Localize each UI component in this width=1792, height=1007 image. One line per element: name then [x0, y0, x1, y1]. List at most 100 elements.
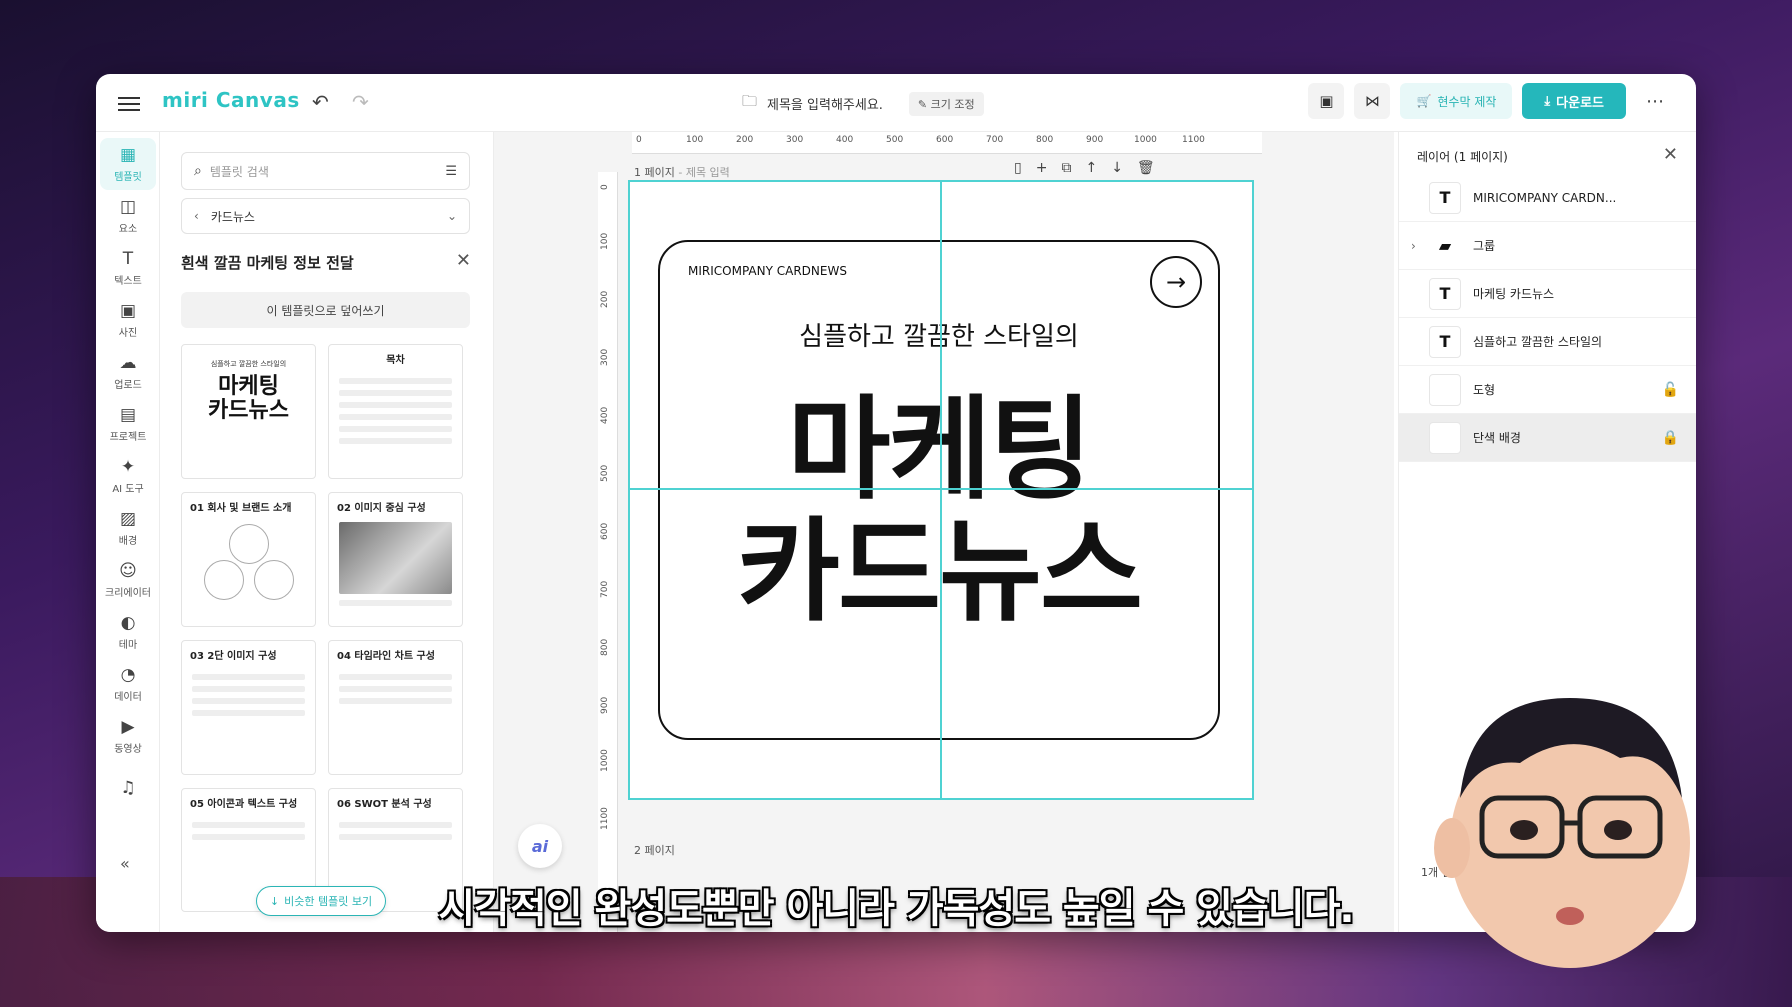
close-icon[interactable]: ✕ [456, 250, 471, 271]
layer-name: 도형 [1473, 383, 1496, 397]
rail-item-elements[interactable]: ◫ 요소 [100, 190, 156, 242]
thumb-heading: 06 SWOT 분석 구성 [337, 799, 432, 810]
share-icon[interactable]: ⋈ [1354, 83, 1391, 119]
move-up-icon[interactable]: ↑ [1085, 160, 1097, 176]
thumb-subtitle: 심플하고 깔끔한 스타일의 [210, 360, 287, 368]
layer-name: 마케팅 카드뉴스 [1473, 287, 1555, 301]
card-title-line2[interactable]: 카드뉴스 [660, 512, 1218, 632]
rail-item-music[interactable]: ♫ [100, 762, 156, 814]
canvas-workspace[interactable]: 0 100 200 300 400 500 600 700 800 900 10… [494, 132, 1394, 932]
template-search[interactable]: ⌕ 템플릿 검색 ☰ [181, 152, 470, 190]
rail-item-video[interactable]: ▶ 동영상 [100, 710, 156, 762]
rail-label: 프로젝트 [109, 432, 147, 443]
rail-label: 텍스트 [114, 276, 142, 287]
layer-item[interactable]: T MIRICOMPANY CARDN... [1399, 174, 1696, 222]
more-icon[interactable]: ⋯ [1636, 91, 1674, 112]
layer-item[interactable]: › ▰ 그룹 [1399, 222, 1696, 270]
undo-icon[interactable]: ↶ [312, 90, 329, 114]
guide-vertical [940, 182, 942, 798]
thumb-line [339, 834, 452, 840]
play-icon: ▶ [121, 717, 135, 737]
layer-item[interactable]: 단색 배경 🔒 [1399, 414, 1696, 462]
ruler-left: 0 100 200 300 400 500 600 700 800 900 10… [598, 172, 618, 932]
template-thumb-toc[interactable]: 목차 [328, 344, 463, 479]
collapse-icon[interactable]: « [120, 854, 130, 873]
add-page-icon[interactable]: + [1036, 160, 1048, 176]
top-bar: miri Canvas ↶ ↷ 🗀 제목을 입력해주세요. ✎ 크기 조정 ▣ … [96, 74, 1696, 132]
download-icon: ⤓ [1544, 93, 1551, 109]
ruler-tick: 800 [1036, 135, 1054, 145]
card-title-line1[interactable]: 마케팅 [660, 390, 1218, 510]
page-icon[interactable]: ▯ [1014, 160, 1022, 176]
arrow-right-icon[interactable]: → [1150, 256, 1202, 308]
ruler-tick: 400 [836, 135, 854, 145]
rail-item-text[interactable]: T 텍스트 [100, 242, 156, 294]
rail-item-creator[interactable]: ☺ 크리에이터 [100, 554, 156, 606]
rail-item-upload[interactable]: ☁ 업로드 [100, 346, 156, 398]
ruler-top: 0 100 200 300 400 500 600 700 800 900 10… [632, 132, 1262, 154]
filter-icon[interactable]: ☰ [445, 164, 457, 179]
ruler-tick: 200 [736, 135, 754, 145]
rail-item-photo[interactable]: ▣ 사진 [100, 294, 156, 346]
card-subtitle[interactable]: 심플하고 깔끔한 스타일의 [660, 316, 1218, 353]
resize-button[interactable]: ✎ 크기 조정 [908, 91, 984, 116]
lock-icon[interactable]: 🔓 [1662, 382, 1679, 398]
card-brand-text[interactable]: MIRICOMPANY CARDNEWS [688, 264, 847, 278]
rail-label: 사진 [118, 328, 138, 339]
move-down-icon[interactable]: ↓ [1111, 160, 1123, 176]
close-icon[interactable]: ✕ [1663, 144, 1678, 165]
layer-item[interactable]: T 심플하고 깔끔한 스타일의 [1399, 318, 1696, 366]
chevron-left-icon[interactable]: ‹ [194, 209, 199, 223]
layer-item[interactable]: T 마케팅 카드뉴스 [1399, 270, 1696, 318]
ruler-tick: 700 [986, 135, 1004, 145]
search-input[interactable]: 템플릿 검색 [210, 163, 438, 180]
doc-title-input[interactable]: 제목을 입력해주세요. [767, 94, 883, 113]
photo-icon: ▣ [119, 301, 137, 321]
template-thumb-1[interactable]: 01 회사 및 브랜드 소개 [181, 492, 316, 627]
template-thumb-3[interactable]: 03 2단 이미지 구성 [181, 640, 316, 775]
chevron-right-icon[interactable]: › [1411, 239, 1416, 253]
save-icon[interactable]: ▣ [1308, 83, 1345, 119]
rail-item-data[interactable]: ◔ 데이터 [100, 658, 156, 710]
rail-item-template[interactable]: ▦ 템플릿 [100, 138, 156, 190]
page2-label: 2 페이지 [634, 844, 675, 857]
apply-template-button[interactable]: 이 템플릿으로 덮어쓰기 [181, 292, 470, 328]
trash-icon[interactable]: 🗑 [1137, 160, 1155, 176]
rail-item-theme[interactable]: ◐ 테마 [100, 606, 156, 658]
print-banner-button[interactable]: 🛒 현수막 제작 [1400, 83, 1513, 119]
ruler-tick: 0 [600, 184, 610, 190]
thumb-line [339, 822, 452, 828]
ruler-tick: 900 [1086, 135, 1104, 145]
chart-icon: ◔ [120, 665, 136, 685]
ruler-tick: 200 [600, 290, 610, 308]
template-thumb-2[interactable]: 02 이미지 중심 구성 [328, 492, 463, 627]
redo-icon[interactable]: ↷ [352, 90, 369, 114]
layer-item[interactable]: 도형 🔓 [1399, 366, 1696, 414]
page-1-canvas[interactable]: MIRICOMPANY CARDNEWS → 심플하고 깔끔한 스타일의 마케팅… [628, 180, 1254, 800]
page-title-input[interactable]: - 제목 입력 [678, 166, 729, 179]
rail-label: 크리에이터 [105, 588, 151, 599]
folder-icon[interactable]: 🗀 [742, 91, 757, 116]
search-icon: ⌕ [194, 163, 202, 179]
elements-icon: ◫ [119, 197, 137, 217]
category-value: 카드뉴스 [210, 209, 255, 224]
app-logo[interactable]: miri Canvas [162, 88, 300, 112]
thumb-photo [339, 522, 452, 594]
download-button[interactable]: ⤓ 다운로드 [1522, 83, 1626, 119]
rail-item-ai-tools[interactable]: ✦ AI 도구 [100, 450, 156, 502]
lock-icon[interactable]: 🔒 [1662, 430, 1679, 446]
ruler-tick: 800 [600, 638, 610, 656]
category-select[interactable]: ‹ 카드뉴스 ⌄ [181, 198, 470, 234]
ai-assistant-button[interactable]: ai [518, 824, 562, 868]
ruler-tick: 0 [636, 135, 642, 145]
thumb-line [192, 698, 305, 704]
duplicate-icon[interactable]: ⧉ [1061, 160, 1071, 176]
rail-item-project[interactable]: ▤ 프로젝트 [100, 398, 156, 450]
card-frame[interactable]: MIRICOMPANY CARDNEWS → 심플하고 깔끔한 스타일의 마케팅… [658, 240, 1220, 740]
page-tools: ▯ + ⧉ ↑ ↓ 🗑 [1014, 160, 1155, 176]
template-thumb-cover[interactable]: 심플하고 깔끔한 스타일의 마케팅 카드뉴스 [181, 344, 316, 479]
video-subtitle: 시각적인 완성도뿐만 아니라 가독성도 높일 수 있습니다. [438, 886, 1354, 932]
rail-item-background[interactable]: ▨ 배경 [100, 502, 156, 554]
menu-icon[interactable] [118, 93, 140, 113]
template-thumb-4[interactable]: 04 타임라인 차트 구성 [328, 640, 463, 775]
